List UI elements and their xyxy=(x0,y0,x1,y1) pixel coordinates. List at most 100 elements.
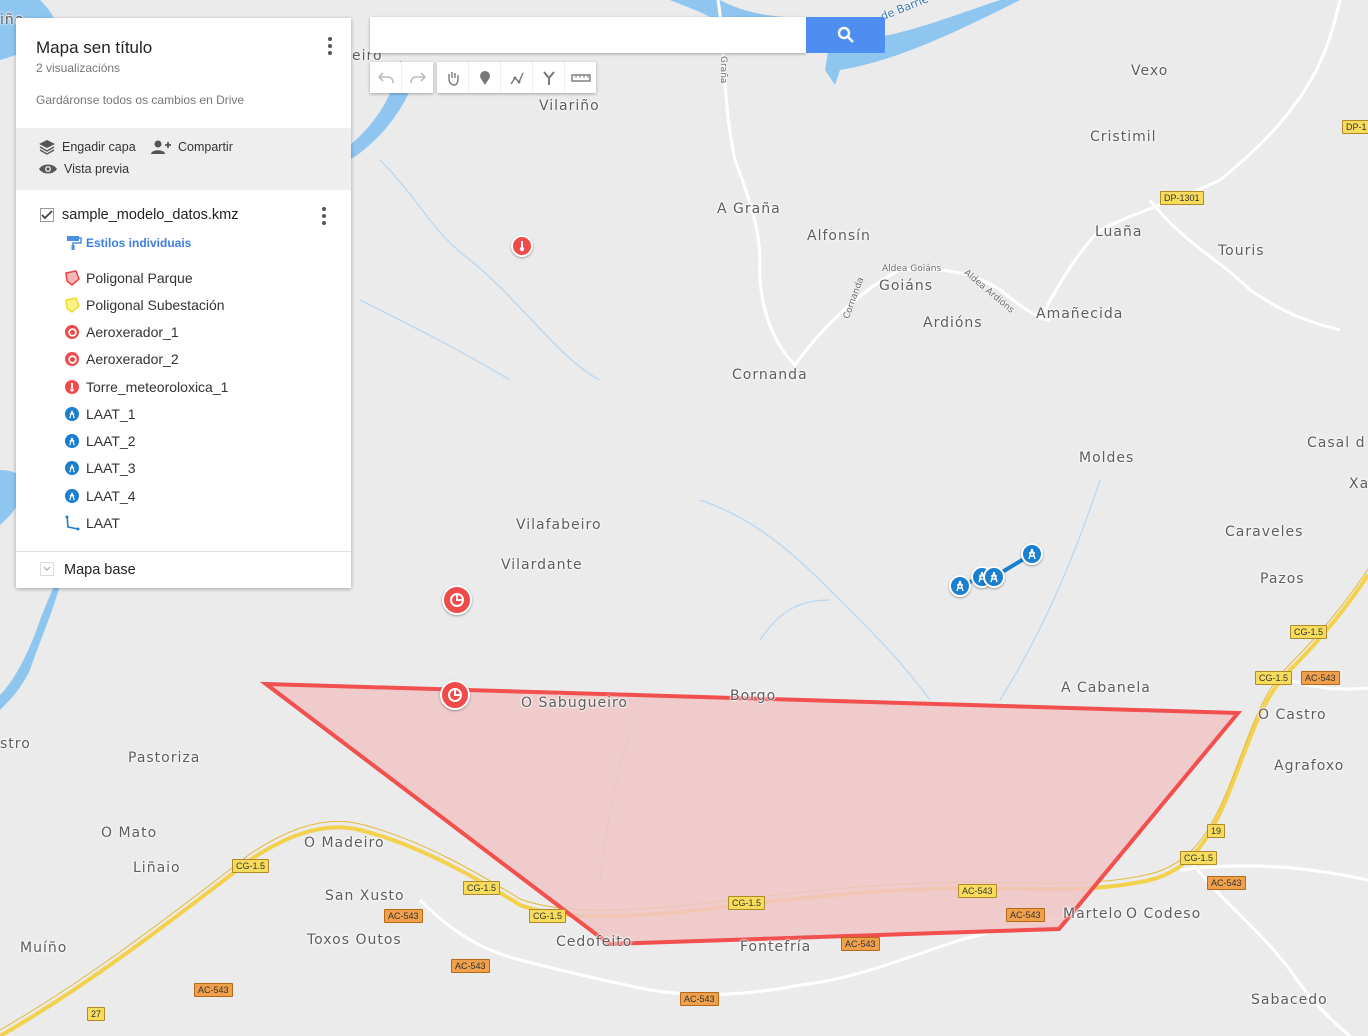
legend-item-laat-2[interactable]: LAAT_2 xyxy=(64,433,136,449)
place-label: Muíño xyxy=(20,940,68,956)
directions-icon xyxy=(542,70,555,85)
place-label: Vilariño xyxy=(539,98,600,114)
turbine-icon xyxy=(450,593,464,607)
turbine-marker[interactable] xyxy=(440,680,470,710)
legend-item-aeroxerador-2[interactable]: Aeroxerador_2 xyxy=(64,351,179,367)
legend-item-label: LAAT_3 xyxy=(86,460,136,476)
place-label: Cedofeito xyxy=(556,934,633,950)
place-label: Luaña xyxy=(1095,224,1143,240)
road-shield: CG-1.5 xyxy=(529,909,567,923)
turbine-icon xyxy=(448,688,462,702)
polygon-red-icon xyxy=(64,270,80,286)
place-label: Borgo xyxy=(730,688,777,704)
road-shield: CG-1.5 xyxy=(232,859,270,873)
checkmark-icon xyxy=(41,210,53,220)
search-input[interactable] xyxy=(370,17,806,53)
share-button[interactable]: Compartir xyxy=(150,139,233,155)
layer-checkbox[interactable] xyxy=(40,208,54,222)
add-layer-label: Engadir capa xyxy=(62,140,136,154)
place-label: Amañecida xyxy=(1036,306,1124,322)
pylon-marker[interactable] xyxy=(983,566,1005,588)
share-label: Compartir xyxy=(178,140,233,154)
measure-button[interactable] xyxy=(565,62,596,93)
undo-icon xyxy=(377,71,394,83)
place-label: Sabacedo xyxy=(1251,992,1328,1008)
place-label: Pazos xyxy=(1260,571,1305,587)
place-label: O Sabugueiro xyxy=(521,695,628,711)
legend-item-label: Poligonal Subestación xyxy=(86,297,225,313)
pylon-marker[interactable] xyxy=(949,575,971,597)
place-label: Cristimil xyxy=(1090,129,1157,145)
pylon-icon xyxy=(956,580,964,592)
legend-item-laat-line[interactable]: LAAT xyxy=(64,515,120,531)
base-map-label[interactable]: Mapa base xyxy=(64,562,136,578)
road-shield: CG-1.5 xyxy=(1255,671,1293,685)
place-label: O Castro xyxy=(1258,707,1327,723)
road-label: Graña xyxy=(718,56,728,84)
preview-button[interactable]: Vista previa xyxy=(38,162,129,176)
place-label: Xa xyxy=(1349,476,1368,492)
map-toolbar xyxy=(370,62,600,93)
place-label: Fontefría xyxy=(740,939,812,955)
add-layer-button[interactable]: Engadir capa xyxy=(38,139,136,155)
ruler-icon xyxy=(570,73,591,82)
layer-name[interactable]: sample_modelo_datos.kmz xyxy=(62,207,239,223)
place-label: Pastoriza xyxy=(128,750,201,766)
undo-button[interactable] xyxy=(370,62,402,93)
pan-tool-button[interactable] xyxy=(437,62,469,93)
legend-item-label: Torre_meteoroloxica_1 xyxy=(86,379,229,395)
draw-line-button[interactable] xyxy=(501,62,533,93)
place-label: O Madeiro xyxy=(304,835,385,851)
turbine-marker[interactable] xyxy=(442,585,472,615)
legend-item-label: Aeroxerador_2 xyxy=(86,351,179,367)
place-label: Moldes xyxy=(1079,450,1135,466)
place-label: A Cabanela xyxy=(1061,680,1151,696)
legend-item-laat-4[interactable]: LAAT_4 xyxy=(64,488,136,504)
legend-item-poligonal-subestacion[interactable]: Poligonal Subestación xyxy=(64,297,225,313)
pylon-icon xyxy=(990,571,998,583)
road-shield: AC-543 xyxy=(194,983,233,997)
place-label: Liñaio xyxy=(133,860,181,876)
road-shield: CG-1.5 xyxy=(728,896,766,910)
legend-item-laat-3[interactable]: LAAT_3 xyxy=(64,460,136,476)
search-button[interactable] xyxy=(806,17,885,53)
tools-group xyxy=(437,62,596,93)
road-shield: AC-543 xyxy=(1207,876,1246,890)
legend-item-label: Poligonal Parque xyxy=(86,270,193,286)
directions-button[interactable] xyxy=(533,62,565,93)
road-shield: DP-1301 xyxy=(1160,191,1204,205)
redo-button[interactable] xyxy=(402,62,433,93)
weather-tower-marker[interactable] xyxy=(511,235,533,257)
map-title[interactable]: Mapa sen título xyxy=(36,38,152,58)
legend-item-label: LAAT_2 xyxy=(86,433,136,449)
legend-item-label: LAAT_1 xyxy=(86,406,136,422)
turbine-icon xyxy=(64,324,80,340)
road-shield: AC-543 xyxy=(841,937,880,951)
layer-options-menu-icon[interactable] xyxy=(314,206,334,226)
legend-item-laat-1[interactable]: LAAT_1 xyxy=(64,406,136,422)
pylon-icon xyxy=(64,460,80,476)
place-label: Goiáns xyxy=(879,278,934,294)
base-map-toggle[interactable] xyxy=(40,562,54,576)
marker-icon xyxy=(479,70,490,85)
pylon-marker[interactable] xyxy=(1021,543,1043,565)
map-options-menu-icon[interactable] xyxy=(320,36,340,56)
redo-icon xyxy=(409,71,426,83)
legend-item-poligonal-parque[interactable]: Poligonal Parque xyxy=(64,270,193,286)
road-shield: CG-1.5 xyxy=(1180,851,1218,865)
legend-item-torre-meteoroloxica[interactable]: Torre_meteoroloxica_1 xyxy=(64,379,228,395)
road-shield: AC-543 xyxy=(384,909,423,923)
legend-item-aeroxerador-1[interactable]: Aeroxerador_1 xyxy=(64,324,179,340)
road-shield: 19 xyxy=(1207,824,1226,838)
styles-link[interactable]: Estilos individuais xyxy=(66,235,191,251)
place-label: Agrafoxo xyxy=(1274,758,1345,774)
legend-item-label: LAAT_4 xyxy=(86,488,136,504)
place-label: O Mato xyxy=(101,825,158,841)
panel-actions: Engadir capa Compartir Vista previa xyxy=(16,128,351,190)
place-label: Alfonsín xyxy=(807,228,871,244)
place-label: Vexo xyxy=(1131,63,1169,79)
add-marker-button[interactable] xyxy=(469,62,501,93)
place-label: Ardións xyxy=(923,315,983,331)
styles-label: Estilos individuais xyxy=(86,236,192,250)
pylon-icon xyxy=(64,406,80,422)
